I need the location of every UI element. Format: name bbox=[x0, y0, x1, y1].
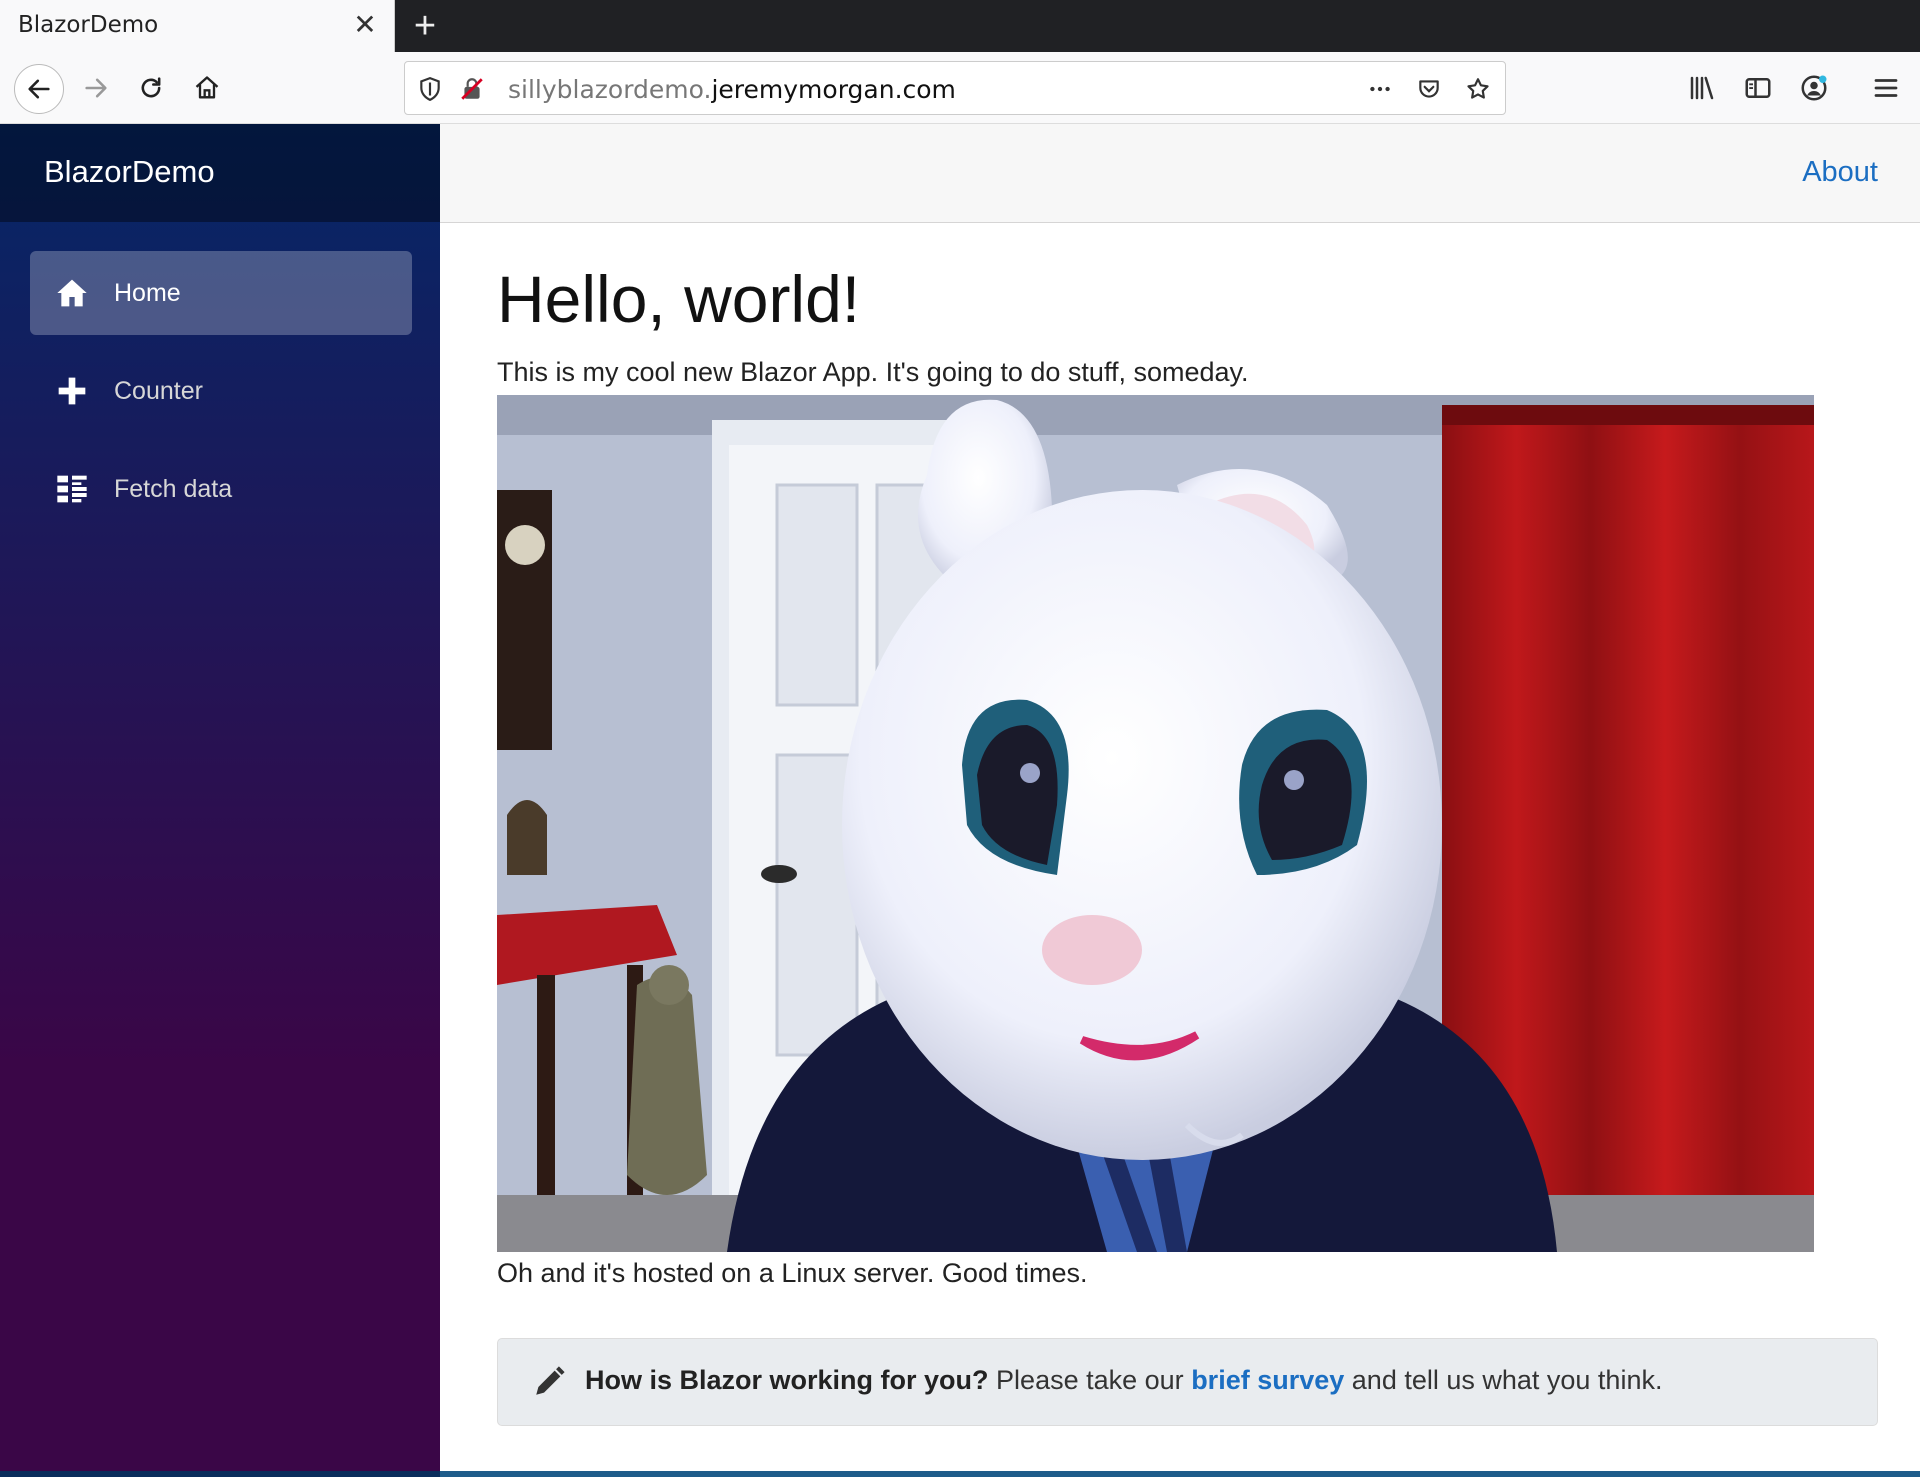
sidebar-toggle-icon[interactable] bbox=[1738, 68, 1778, 108]
sidebar-item-label: Fetch data bbox=[114, 475, 233, 503]
bottom-edge-left bbox=[0, 1471, 440, 1477]
page-title: Hello, world! bbox=[497, 262, 861, 336]
plus-icon bbox=[58, 377, 86, 405]
new-tab-icon[interactable]: + bbox=[405, 6, 445, 46]
reload-button[interactable] bbox=[129, 66, 173, 110]
pencil-icon bbox=[536, 1366, 565, 1395]
home-icon bbox=[57, 279, 87, 307]
reload-icon bbox=[141, 77, 161, 98]
pocket-icon[interactable] bbox=[1414, 74, 1444, 104]
sidebar-item-label: Home bbox=[114, 279, 181, 307]
tab-title: BlazorDemo bbox=[18, 12, 159, 38]
bookmark-star-icon[interactable] bbox=[1463, 74, 1493, 104]
library-icon[interactable] bbox=[1682, 68, 1722, 108]
arrow-left-icon bbox=[28, 79, 50, 99]
arrow-right-icon bbox=[85, 78, 107, 98]
insecure-lock-icon[interactable] bbox=[457, 74, 487, 104]
outro-text: Oh and it's hosted on a Linux server. Go… bbox=[497, 1258, 1088, 1288]
brand-title[interactable]: BlazorDemo bbox=[44, 154, 215, 190]
url-text[interactable]: sillyblazordemo.jeremymorgan.com bbox=[508, 75, 956, 104]
browser-toolbar: sillyblazordemo.jeremymorgan.com bbox=[0, 52, 1920, 124]
more-actions-icon[interactable] bbox=[1365, 74, 1395, 104]
app-sidebar: BlazorDemo Home Counter Fetch data bbox=[0, 124, 440, 1471]
url-subdomain: sillyblazordemo. bbox=[508, 75, 712, 104]
url-bar[interactable]: sillyblazordemo.jeremymorgan.com bbox=[404, 61, 1506, 115]
close-tab-icon[interactable]: ✕ bbox=[348, 8, 382, 42]
url-domain: jeremymorgan.com bbox=[711, 75, 956, 104]
survey-text: How is Blazor working for you? Please ta… bbox=[585, 1365, 1662, 1396]
shield-icon[interactable] bbox=[415, 74, 445, 104]
survey-link[interactable]: brief survey bbox=[1191, 1365, 1344, 1395]
bottom-edge bbox=[440, 1471, 1920, 1477]
bunny-photo bbox=[497, 395, 1814, 1252]
home-outline-icon bbox=[195, 76, 219, 99]
back-button[interactable] bbox=[14, 64, 64, 114]
account-icon[interactable] bbox=[1794, 68, 1834, 108]
browser-tab[interactable]: BlazorDemo ✕ bbox=[0, 0, 395, 52]
forward-button[interactable] bbox=[74, 66, 118, 110]
menu-icon[interactable] bbox=[1866, 68, 1906, 108]
browser-tab-strip: BlazorDemo ✕ + bbox=[0, 0, 1920, 52]
intro-text: This is my cool new Blazor App. It's goi… bbox=[497, 357, 1249, 387]
sidebar-brand-bar: BlazorDemo bbox=[0, 124, 440, 222]
survey-alert: How is Blazor working for you? Please ta… bbox=[497, 1338, 1878, 1426]
list-icon bbox=[57, 475, 87, 503]
top-row: About bbox=[440, 124, 1920, 223]
sidebar-item-home[interactable]: Home bbox=[30, 251, 412, 335]
survey-post-link: and tell us what you think. bbox=[1351, 1365, 1663, 1395]
sidebar-item-counter[interactable]: Counter bbox=[30, 349, 412, 433]
survey-question: How is Blazor working for you? bbox=[585, 1365, 989, 1395]
sidebar-item-label: Counter bbox=[114, 377, 203, 405]
survey-pre-link: Please take our bbox=[996, 1365, 1184, 1395]
sidebar-item-fetch-data[interactable]: Fetch data bbox=[30, 447, 412, 531]
home-button[interactable] bbox=[185, 66, 229, 110]
about-link[interactable]: About bbox=[1802, 156, 1878, 189]
